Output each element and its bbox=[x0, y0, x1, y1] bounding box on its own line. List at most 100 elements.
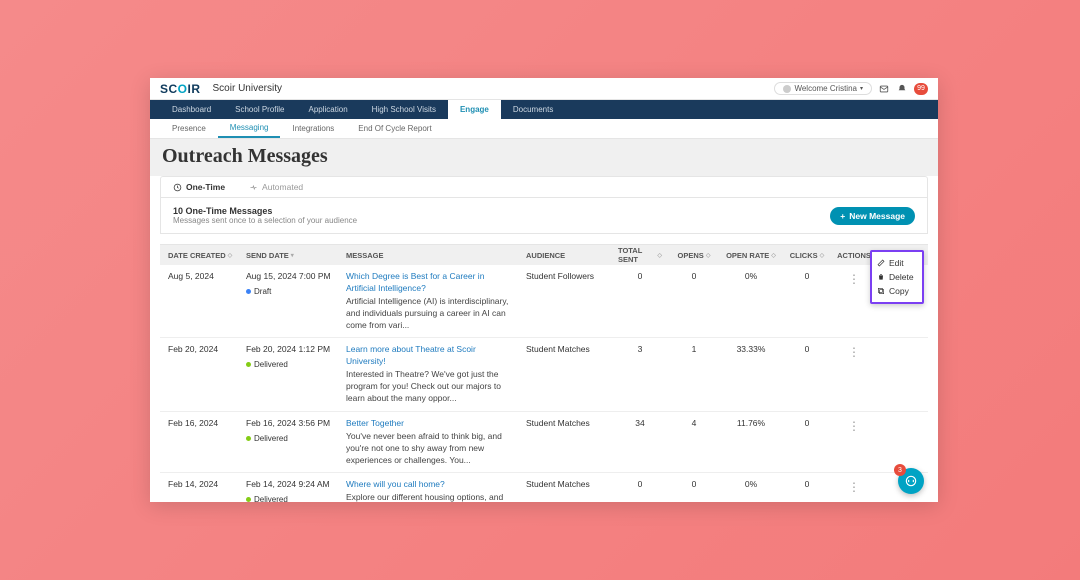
status-text: Delivered bbox=[254, 494, 288, 502]
cell-opens: 0 bbox=[666, 271, 718, 283]
table-row: Aug 5, 2024 Aug 15, 2024 7:00 PM Draft W… bbox=[160, 265, 928, 338]
message-type-tabs: One-Time Automated bbox=[160, 176, 928, 198]
automation-icon bbox=[249, 183, 258, 192]
subnav-presence[interactable]: Presence bbox=[160, 119, 218, 138]
status-text: Delivered bbox=[254, 433, 288, 444]
cell-clicks: 0 bbox=[780, 479, 830, 491]
sort-icon: ◇ bbox=[228, 252, 233, 259]
col-send-date[interactable]: SEND DATE▾ bbox=[238, 251, 338, 260]
nav-documents[interactable]: Documents bbox=[501, 100, 565, 119]
tab-one-time[interactable]: One-Time bbox=[173, 182, 225, 192]
message-title-link[interactable]: Learn more about Theatre at Scoir Univer… bbox=[346, 344, 514, 368]
message-snippet: Interested in Theatre? We've got just th… bbox=[346, 369, 501, 403]
nav-high-school-visits[interactable]: High School Visits bbox=[360, 100, 448, 119]
col-opens[interactable]: OPENS◇ bbox=[666, 251, 718, 260]
notification-badge[interactable]: 99 bbox=[914, 83, 928, 95]
info-text: 10 One-Time Messages Messages sent once … bbox=[173, 206, 357, 225]
cell-date-created: Feb 14, 2024 bbox=[160, 479, 238, 491]
cell-message: Learn more about Theatre at Scoir Univer… bbox=[338, 344, 518, 404]
page-title: Outreach Messages bbox=[162, 145, 926, 168]
nav-dashboard[interactable]: Dashboard bbox=[160, 100, 223, 119]
status-text: Draft bbox=[254, 286, 271, 297]
plus-icon: + bbox=[840, 211, 845, 221]
new-message-label: New Message bbox=[849, 211, 905, 221]
message-snippet: Explore our different housing options, a… bbox=[346, 492, 503, 502]
action-copy[interactable]: Copy bbox=[877, 284, 917, 298]
cell-audience: Student Matches bbox=[518, 479, 610, 491]
table-row: Feb 16, 2024 Feb 16, 2024 3:56 PM Delive… bbox=[160, 412, 928, 474]
cell-audience: Student Matches bbox=[518, 418, 610, 430]
logo[interactable]: SCOIR bbox=[160, 82, 201, 96]
message-title-link[interactable]: Better Together bbox=[346, 418, 514, 430]
main-nav: Dashboard School Profile Application Hig… bbox=[150, 100, 938, 119]
cell-audience: Student Followers bbox=[518, 271, 610, 283]
tab-automated[interactable]: Automated bbox=[249, 182, 303, 192]
copy-icon bbox=[877, 287, 885, 295]
cell-opens: 0 bbox=[666, 479, 718, 491]
nav-application[interactable]: Application bbox=[297, 100, 360, 119]
sort-icon: ▾ bbox=[291, 252, 294, 259]
action-edit-label: Edit bbox=[889, 258, 904, 268]
chevron-down-icon: ▾ bbox=[860, 85, 863, 92]
cell-date-created: Feb 16, 2024 bbox=[160, 418, 238, 430]
university-name: Scoir University bbox=[213, 83, 282, 94]
cell-send-date: Feb 16, 2024 3:56 PM Delivered bbox=[238, 418, 338, 444]
nav-school-profile[interactable]: School Profile bbox=[223, 100, 296, 119]
nav-engage[interactable]: Engage bbox=[448, 100, 501, 119]
message-title-link[interactable]: Which Degree is Best for a Career in Art… bbox=[346, 271, 514, 295]
status-dot-icon bbox=[246, 497, 251, 502]
welcome-menu[interactable]: Welcome Cristina ▾ bbox=[774, 82, 872, 95]
cell-message: Which Degree is Best for a Career in Art… bbox=[338, 271, 518, 331]
cell-message: Better Together You've never been afraid… bbox=[338, 418, 518, 467]
action-delete[interactable]: Delete bbox=[877, 270, 917, 284]
header-right: Welcome Cristina ▾ 99 bbox=[774, 82, 928, 95]
message-snippet: You've never been afraid to think big, a… bbox=[346, 431, 502, 465]
sub-nav: Presence Messaging Integrations End Of C… bbox=[150, 119, 938, 139]
message-count-subtitle: Messages sent once to a selection of you… bbox=[173, 216, 357, 225]
chat-fab[interactable]: 3 bbox=[898, 468, 924, 494]
send-date-value: Aug 15, 2024 7:00 PM bbox=[246, 271, 334, 283]
cell-open-rate: 0% bbox=[718, 271, 780, 283]
col-open-rate[interactable]: OPEN RATE◇ bbox=[718, 251, 780, 260]
row-actions-popover: Edit Delete Copy bbox=[870, 250, 924, 304]
row-actions-menu[interactable]: ⋮ bbox=[830, 479, 874, 493]
welcome-text: Welcome Cristina bbox=[794, 84, 857, 93]
logo-text-2: IR bbox=[188, 82, 201, 96]
cell-clicks: 0 bbox=[780, 344, 830, 356]
new-message-button[interactable]: + New Message bbox=[830, 207, 915, 225]
status-badge: Delivered bbox=[246, 359, 334, 370]
cell-opens: 1 bbox=[666, 344, 718, 356]
sort-icon: ◇ bbox=[771, 252, 776, 259]
table-row: Feb 14, 2024 Feb 14, 2024 9:24 AM Delive… bbox=[160, 473, 928, 502]
col-total-sent[interactable]: TOTAL SENT◇ bbox=[610, 246, 666, 264]
cell-send-date: Feb 14, 2024 9:24 AM Delivered bbox=[238, 479, 338, 502]
col-actions: ACTIONS bbox=[830, 251, 874, 260]
row-actions-menu[interactable]: ⋮ bbox=[830, 344, 874, 358]
message-title-link[interactable]: Where will you call home? bbox=[346, 479, 514, 491]
subnav-integrations[interactable]: Integrations bbox=[280, 119, 346, 138]
headset-icon bbox=[904, 474, 918, 488]
subnav-end-of-cycle[interactable]: End Of Cycle Report bbox=[346, 119, 443, 138]
subnav-messaging[interactable]: Messaging bbox=[218, 119, 281, 138]
status-badge: Delivered bbox=[246, 433, 334, 444]
cell-message: Where will you call home? Explore our di… bbox=[338, 479, 518, 502]
chat-badge: 3 bbox=[894, 464, 906, 476]
message-snippet: Artificial Intelligence (AI) is interdis… bbox=[346, 296, 508, 330]
row-actions-menu[interactable]: ⋮ bbox=[830, 418, 874, 432]
col-date-created[interactable]: DATE CREATED◇ bbox=[160, 251, 238, 260]
row-actions-menu[interactable]: ⋮ bbox=[830, 271, 874, 285]
bell-icon[interactable] bbox=[896, 83, 908, 95]
action-edit[interactable]: Edit bbox=[877, 256, 917, 270]
messages-icon[interactable] bbox=[878, 83, 890, 95]
col-clicks[interactable]: CLICKS◇ bbox=[780, 251, 830, 260]
status-dot-icon bbox=[246, 362, 251, 367]
action-copy-label: Copy bbox=[889, 286, 909, 296]
cell-open-rate: 0% bbox=[718, 479, 780, 491]
col-audience: AUDIENCE bbox=[518, 251, 610, 260]
logo-text: SC bbox=[160, 82, 178, 96]
table-header: DATE CREATED◇ SEND DATE▾ MESSAGE AUDIENC… bbox=[160, 245, 928, 265]
action-delete-label: Delete bbox=[889, 272, 914, 282]
cell-send-date: Aug 15, 2024 7:00 PM Draft bbox=[238, 271, 338, 297]
cell-open-rate: 11.76% bbox=[718, 418, 780, 430]
app-window: SCOIR Scoir University Welcome Cristina … bbox=[150, 78, 938, 502]
